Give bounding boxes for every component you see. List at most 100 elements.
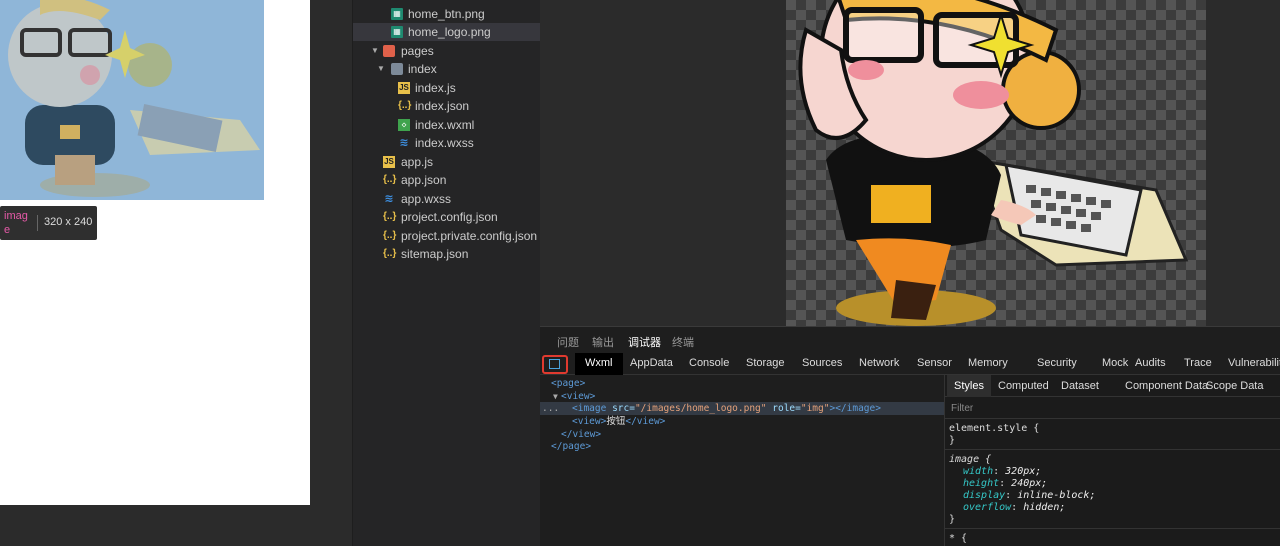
file-tree-item[interactable]: {..} index.json [353,97,541,115]
file-tree-label: app.js [401,155,434,169]
file-tree-label: index.wxss [415,136,474,150]
wxml-image-src-attr: src= [612,403,635,414]
file-tree-item[interactable]: {..} app.json [353,171,541,189]
devtools-tab-sources[interactable]: Sources [802,357,842,369]
file-tree-label: index.wxml [415,118,475,132]
styles-tab[interactable]: Computed [998,380,1049,392]
wxss-file-icon: ≋ [399,137,409,149]
wxss-file-icon: ≋ [384,193,394,205]
file-tree-item[interactable]: JS app.js [353,153,541,171]
bottom-tab[interactable]: 调试器 [628,334,661,350]
devtools-tab-console[interactable]: Console [689,357,729,369]
file-tree-item[interactable]: ≋ index.wxss [353,134,541,152]
file-tree-item[interactable]: {..} project.config.json [353,208,541,226]
file-tree-item[interactable]: ▼ index [353,60,541,78]
file-tree-label: sitemap.json [401,247,469,261]
file-tree-item[interactable]: {..} project.private.config.json [353,227,541,245]
wxml-image-tag: <image [572,403,607,414]
transparency-checkerboard [786,0,1206,326]
json-file-icon: {..} [383,230,397,241]
image-rule-selector[interactable]: image { [949,454,991,466]
file-tree-item[interactable]: ≋ app.wxss [353,190,541,208]
css-property-row[interactable]: height: 240px; [963,478,1047,490]
wxml-page-open: <page> [551,378,586,389]
file-tree-label: app.wxss [401,192,452,206]
universal-rule-selector[interactable]: * { [949,533,967,545]
wxml-image-src-value: "/images/home_logo.png" [634,403,767,414]
devtools-window: image 320 x 240 ▦ home_btn.png ▦ home_logo.… [0,0,1280,546]
tooltip-tag: image [4,210,28,236]
devtools-tab-mock[interactable]: Mock [1102,357,1128,369]
file-tree-label: pages [401,44,434,58]
devtools-tab-trace[interactable]: Trace [1184,357,1212,369]
bottom-tab[interactable]: 问题 [557,334,579,350]
image-file-icon: ▦ [391,8,403,20]
styles-sidebar-tabs: Styles Computed Dataset Component Data Scope… [945,375,1280,397]
css-property-name: height [963,478,1000,489]
devtools-tab-sensor[interactable]: Sensor [917,357,952,369]
css-property-row[interactable]: width: 320px; [963,466,1041,478]
styles-filter-input[interactable]: Filter [945,397,1280,419]
file-tree-item[interactable]: ▦ home_logo.png [353,23,541,41]
element-style-selector[interactable]: element.style { [949,423,1039,435]
wxml-inner-view-open: <view> [572,416,607,427]
highlighted-image[interactable] [0,0,264,200]
file-tree-label: index.js [415,81,456,95]
folder-expand-icon[interactable]: ▼ [371,42,379,60]
folder-icon [391,63,403,75]
simulator-screen: image 320 x 240 [0,0,310,505]
devtools-panel-tabs: Wxml AppData Console Storage Sources Network S… [540,353,1280,375]
styles-tab[interactable]: Scope Data [1206,380,1263,392]
styles-tab[interactable]: Component Data [1125,380,1208,392]
css-colon: : [999,478,1012,489]
file-tree-item[interactable]: ▼ pages [353,42,541,60]
devtools-tab-storage[interactable]: Storage [746,357,785,369]
js-file-icon: JS [383,156,395,168]
styles-tab[interactable]: Styles [947,375,991,397]
rule-divider [945,449,1280,450]
devtools-tab-appdata[interactable]: AppData [630,357,673,369]
devtools-tab-memory[interactable]: Memory [968,357,1008,369]
image-preview-pane [540,0,1280,326]
file-tree-item[interactable]: ▦ home_btn.png [353,5,541,23]
wxml-node-image[interactable]: ... <image src="/images/home_logo.png" r… [540,402,944,415]
element-style-close: } [949,435,956,446]
file-tree-item[interactable]: JS index.js [353,79,541,97]
css-property-value: hidden; [1023,502,1066,513]
cursor-select-icon [549,359,560,369]
devtools-tab-security[interactable]: Security [1037,357,1077,369]
styles-tab[interactable]: Dataset [1061,380,1099,392]
file-tree-label: project.config.json [401,210,498,224]
image-file-icon: ▦ [391,26,403,38]
file-tree-label: app.json [401,173,447,187]
devtools-tab-audits[interactable]: Audits [1135,357,1166,369]
element-tooltip: image 320 x 240 [0,206,97,240]
devtools-tab-wxml[interactable]: Wxml [575,353,623,375]
css-colon: : [1005,490,1018,501]
wxml-node-page[interactable]: <page> [540,377,944,390]
file-tree-item[interactable]: {..} sitemap.json [353,245,541,263]
inspect-element-button[interactable] [542,355,568,374]
css-property-value: 240px; [1011,478,1048,489]
file-tree-item[interactable]: ◇ index.wxml [353,116,541,134]
css-property-row[interactable]: overflow: hidden; [963,502,1065,514]
file-tree-label: index.json [415,99,470,113]
css-property-name: width [963,466,994,477]
file-tree-label: home_btn.png [408,7,485,21]
devtools-tab-vulnerability[interactable]: Vulnerability [1228,357,1280,369]
css-property-row[interactable]: display: inline-block; [963,490,1095,502]
css-colon: : [1011,502,1024,513]
devtools-tab-network[interactable]: Network [859,357,899,369]
styles-sidebar: Styles Computed Dataset Component Data Scope… [944,375,1280,546]
tooltip-size: 320 x 240 [44,216,93,228]
folder-icon [383,45,395,57]
wxml-image-role-attr: role= [772,403,801,414]
file-tree-label: index [408,62,437,76]
json-file-icon: {..} [383,211,397,222]
wxml-node-inner-view[interactable]: <view>按钮</view> [540,415,944,428]
bottom-tab[interactable]: 输出 [592,334,614,350]
folder-expand-icon[interactable]: ▼ [377,60,385,78]
node-ellipsis[interactable]: ... [542,402,559,415]
debugger-panel: 问题 输出 调试器 终端 Wxml AppData Console Storage Sourc… [540,326,1280,546]
bottom-tab[interactable]: 终端 [672,334,694,350]
